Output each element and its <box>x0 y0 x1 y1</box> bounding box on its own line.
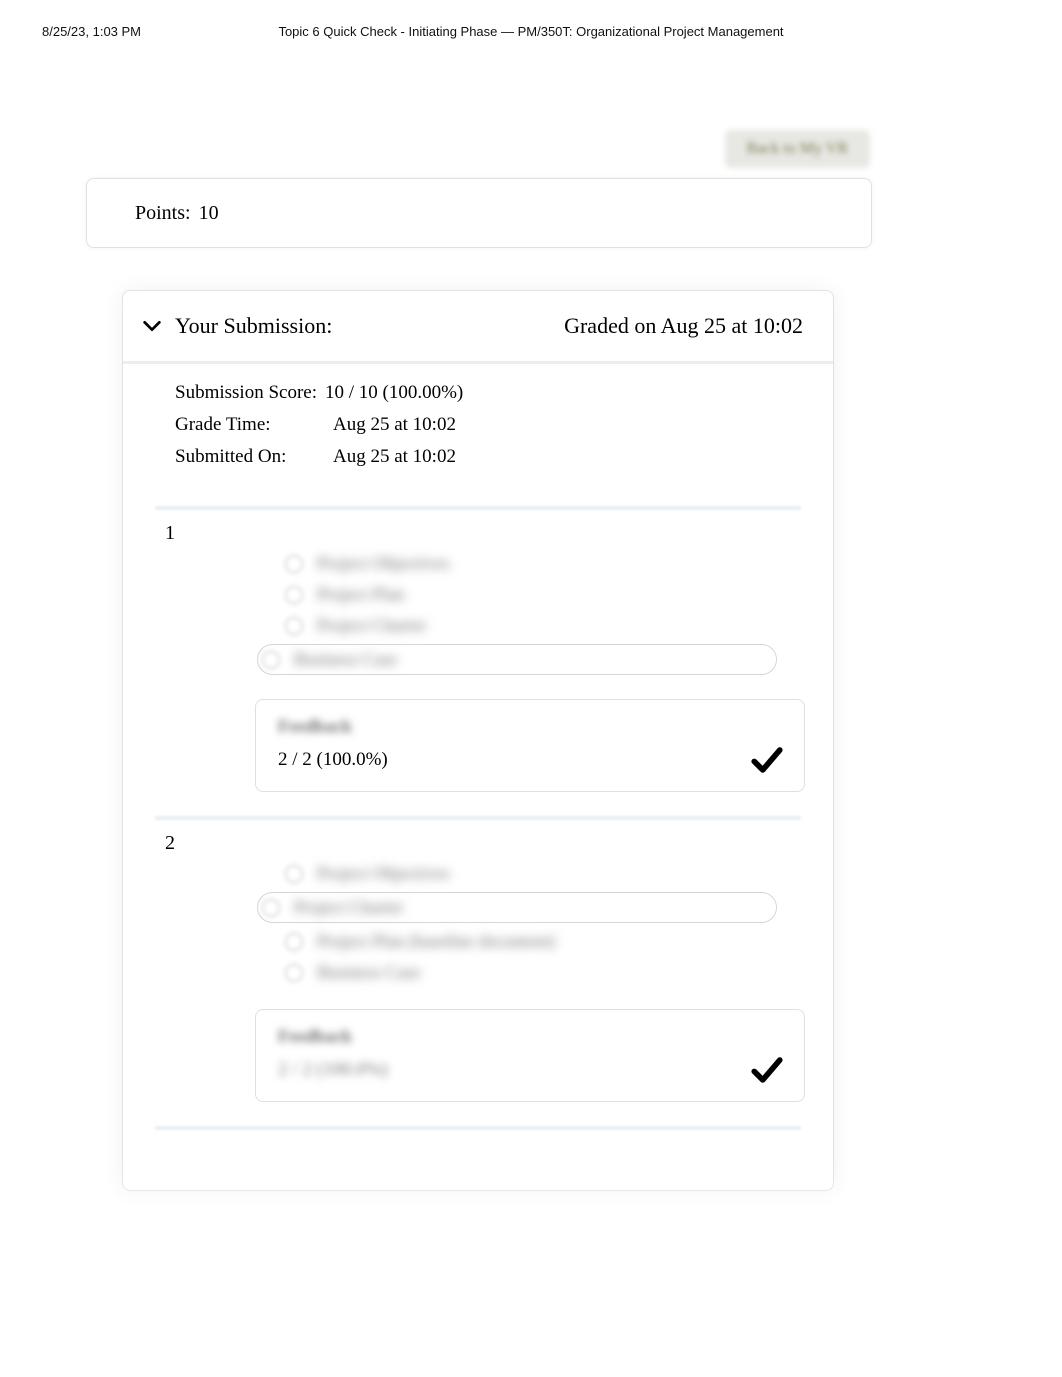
radio-icon <box>285 555 303 573</box>
check-icon <box>750 743 784 777</box>
feedback-title: Feedback <box>278 716 782 737</box>
option-row[interactable]: Project Charter <box>285 613 801 638</box>
grade-time-value: Aug 25 at 10:02 <box>333 414 456 436</box>
points-label: Points: <box>135 202 191 225</box>
option-row-selected[interactable]: Business Case <box>257 644 777 675</box>
check-icon <box>750 1053 784 1087</box>
question-body: Project Objectives Project Plan Project … <box>285 539 801 675</box>
feedback-score: 2 / 2 (100.0%) <box>278 1059 782 1081</box>
submission-meta: Submission Score: 10 / 10 (100.00%) Grad… <box>123 364 833 506</box>
option-label: Project Charter <box>294 897 403 918</box>
radio-icon <box>285 964 303 982</box>
radio-icon <box>285 933 303 951</box>
option-label: Project Objectives <box>317 863 449 884</box>
submitted-on-value: Aug 25 at 10:02 <box>333 446 456 468</box>
radio-icon <box>262 651 280 669</box>
grade-time-row: Grade Time: Aug 25 at 10:02 <box>175 414 781 436</box>
question-2: 2 Project Objectives Project Charter Pro… <box>123 820 833 1126</box>
submission-score-value: 10 / 10 (100.00%) <box>325 382 463 404</box>
feedback-box: Feedback 2 / 2 (100.0%) <box>255 699 805 792</box>
option-label: Project Charter <box>317 615 426 636</box>
feedback-title: Feedback <box>278 1026 782 1047</box>
points-card: Points: 10 <box>86 178 872 248</box>
submitted-on-label: Submitted On: <box>175 446 325 468</box>
option-row[interactable]: Project Plan <box>285 582 801 607</box>
option-label: Project Objectives <box>317 553 449 574</box>
option-label: Business Case <box>317 962 421 983</box>
chevron-down-icon <box>141 315 163 337</box>
points-value: 10 <box>199 202 219 225</box>
grade-time-label: Grade Time: <box>175 414 325 436</box>
back-button[interactable]: Back to My VR <box>725 130 870 168</box>
option-label: Project Plan <box>317 584 405 605</box>
feedback-box: Feedback 2 / 2 (100.0%) <box>255 1009 805 1102</box>
separator <box>155 1126 801 1130</box>
option-row-selected[interactable]: Project Charter <box>257 892 777 923</box>
feedback-score: 2 / 2 (100.0%) <box>278 749 782 771</box>
option-row[interactable]: Project Objectives <box>285 861 801 886</box>
radio-icon <box>285 586 303 604</box>
submission-header[interactable]: Your Submission: Graded on Aug 25 at 10:… <box>123 291 833 364</box>
print-title: Topic 6 Quick Check - Initiating Phase —… <box>0 24 1062 39</box>
submission-score-label: Submission Score: <box>175 382 317 404</box>
radio-icon <box>285 865 303 883</box>
option-row[interactable]: Project Plan (baseline document) <box>285 929 801 954</box>
question-body: Project Objectives Project Charter Proje… <box>285 849 801 985</box>
page: 8/25/23, 1:03 PM Topic 6 Quick Check - I… <box>0 0 1062 1377</box>
option-row[interactable]: Business Case <box>285 960 801 985</box>
option-label: Project Plan (baseline document) <box>317 931 555 952</box>
submitted-on-row: Submitted On: Aug 25 at 10:02 <box>175 446 781 468</box>
radio-icon <box>262 899 280 917</box>
radio-icon <box>285 617 303 635</box>
graded-on-text: Graded on Aug 25 at 10:02 <box>564 313 803 339</box>
option-row[interactable]: Project Objectives <box>285 551 801 576</box>
submission-score-row: Submission Score: 10 / 10 (100.00%) <box>175 382 781 404</box>
question-1: 1 Project Objectives Project Plan Projec… <box>123 510 833 816</box>
option-label: Business Case <box>294 649 398 670</box>
submission-card: Your Submission: Graded on Aug 25 at 10:… <box>122 290 834 1191</box>
submission-header-title: Your Submission: <box>175 313 332 339</box>
